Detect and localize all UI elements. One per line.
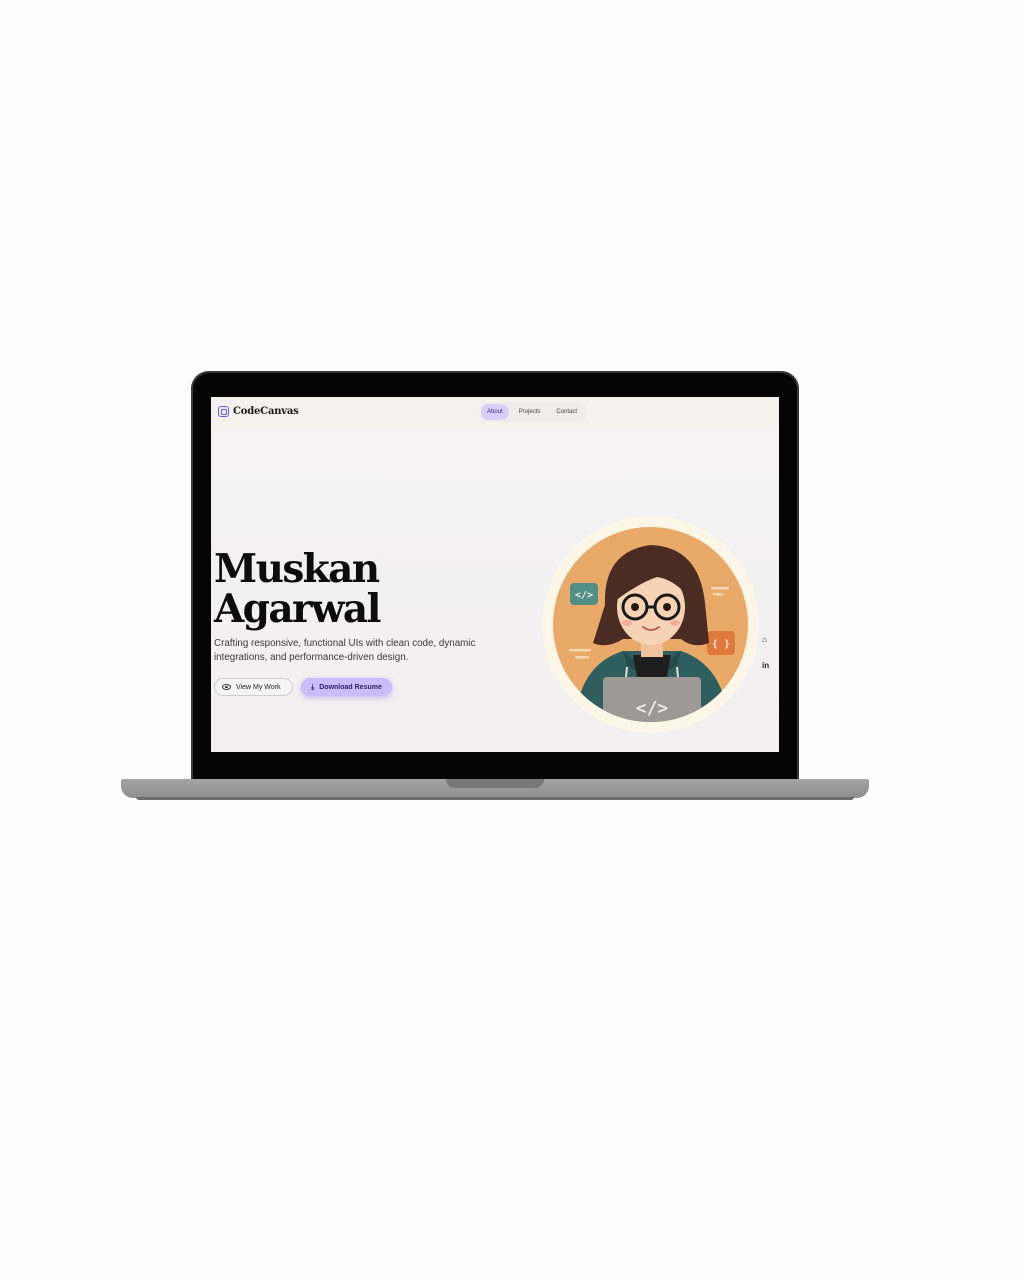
screen: CodeCanvas About Projects Contact Muskan… bbox=[211, 397, 779, 752]
nav-link-projects[interactable]: Projects bbox=[513, 404, 547, 420]
hero-name: Muskan Agarwal bbox=[214, 549, 381, 632]
hero-name-line2: Agarwal bbox=[214, 586, 381, 632]
download-resume-button[interactable]: ⤓ Download Resume bbox=[301, 678, 392, 696]
download-icon: ⤓ bbox=[311, 683, 315, 691]
avatar-drawing: </> { } </> bbox=[569, 545, 735, 722]
navbar: CodeCanvas About Projects Contact bbox=[211, 397, 779, 428]
github-icon[interactable]: ⌂ bbox=[762, 635, 767, 644]
laptop-notch bbox=[446, 779, 544, 788]
brand-name: CodeCanvas bbox=[233, 406, 299, 417]
brand[interactable]: CodeCanvas bbox=[218, 406, 299, 417]
linkedin-icon[interactable]: in bbox=[762, 661, 769, 670]
hero-subtitle-line2: integrations, and performance-driven des… bbox=[214, 652, 409, 663]
hero-subtitle-line1: Crafting responsive, functional UIs with… bbox=[214, 638, 476, 649]
view-my-work-button[interactable]: View My Work bbox=[214, 678, 293, 696]
eye-icon bbox=[222, 684, 231, 690]
code-canvas-logo-icon bbox=[218, 406, 229, 417]
nav-link-about[interactable]: About bbox=[481, 404, 509, 420]
laptop-code-glyph: </> bbox=[636, 698, 669, 719]
avatar-frame: </> { } </> bbox=[542, 516, 759, 733]
download-resume-label: Download Resume bbox=[319, 683, 382, 691]
hero-subtitle: Crafting responsive, functional UIs with… bbox=[214, 637, 514, 665]
laptop-base-foot bbox=[136, 797, 854, 800]
developer-avatar-illustration: </> { } </> bbox=[553, 527, 748, 722]
nav-menu: About Projects Contact bbox=[479, 402, 587, 422]
braces-badge-text: { } bbox=[712, 639, 730, 650]
code-badge-text: </> bbox=[575, 590, 593, 601]
view-my-work-label: View My Work bbox=[236, 683, 281, 691]
nav-link-contact[interactable]: Contact bbox=[550, 404, 583, 420]
